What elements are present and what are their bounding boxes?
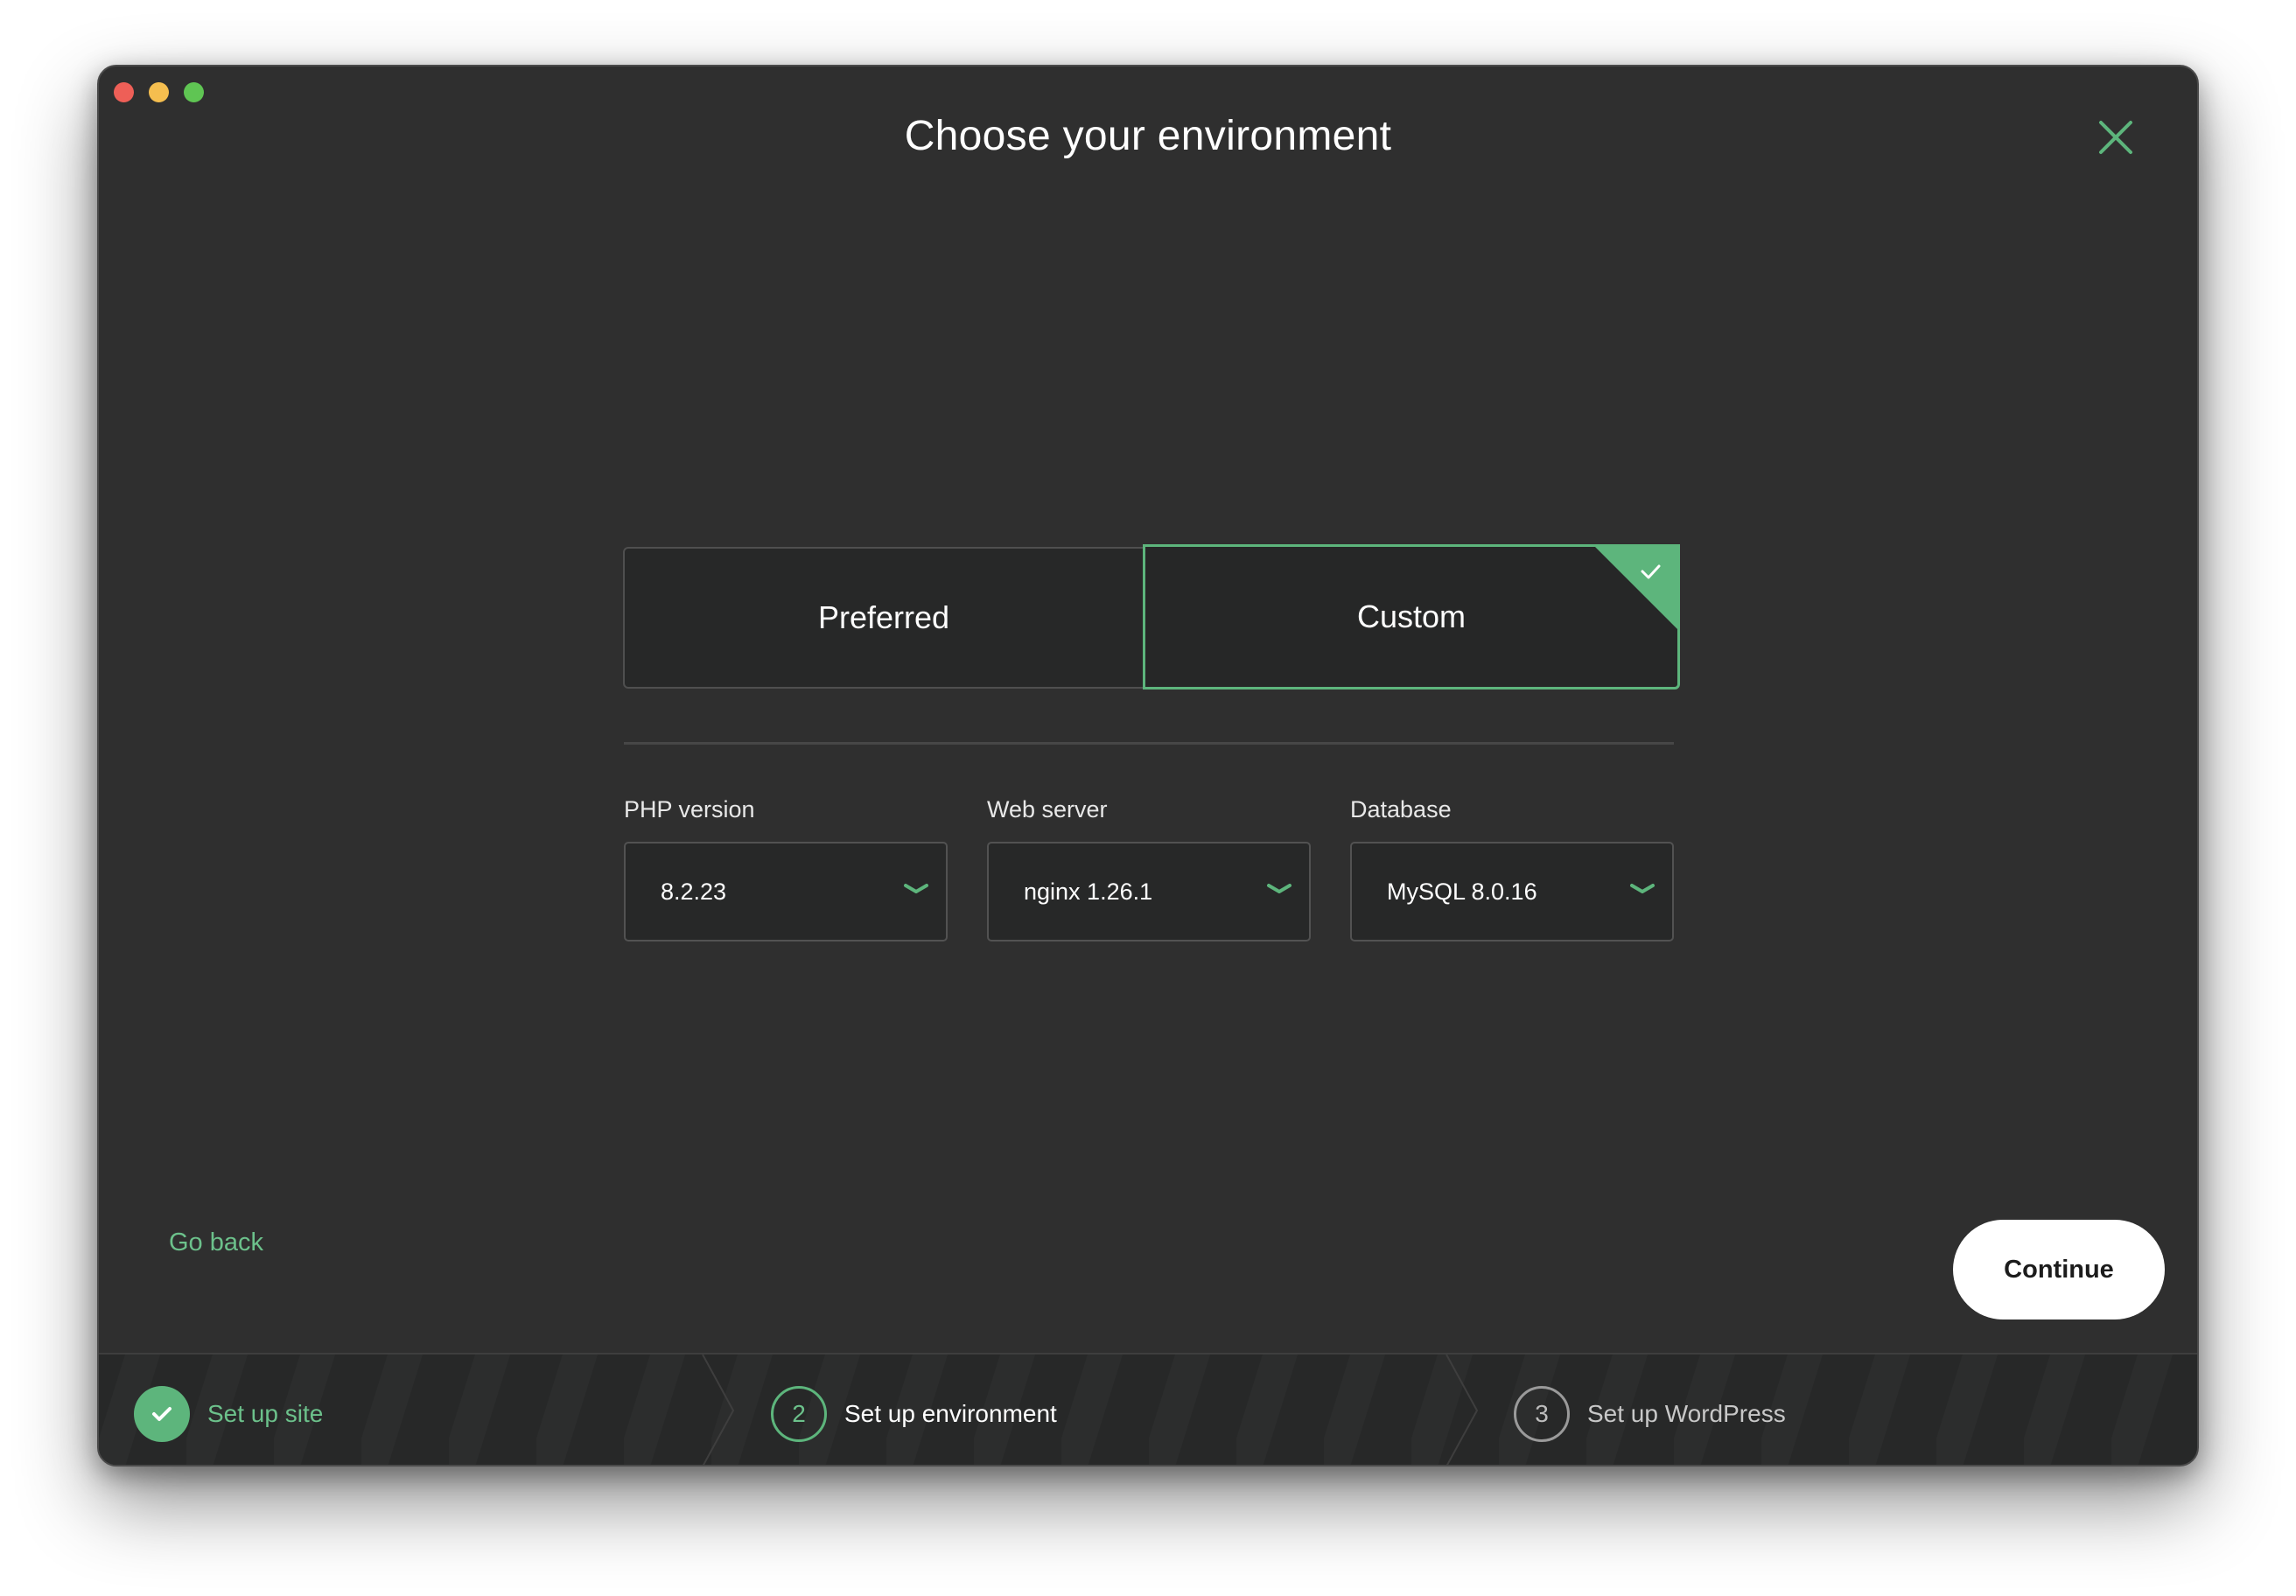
chevron-down-icon (1267, 884, 1292, 893)
chevron-down-icon (904, 884, 928, 893)
chevron-down-icon (1630, 884, 1655, 893)
database-value: MySQL 8.0.16 (1387, 878, 1537, 905)
close-icon[interactable] (2094, 116, 2138, 159)
minimize-window-button[interactable] (149, 82, 169, 102)
zoom-window-button[interactable] (184, 82, 204, 102)
web-server-field: Web server nginx 1.26.1 (987, 796, 1311, 942)
step-number: 2 (771, 1386, 827, 1442)
step-label: Set up WordPress (1587, 1400, 1786, 1427)
selected-checkmark-icon (1592, 544, 1680, 632)
go-back-link[interactable]: Go back (169, 1228, 263, 1257)
app-window: Choose your environment Preferred Custom… (97, 65, 2199, 1466)
close-window-button[interactable] (114, 82, 134, 102)
php-version-select[interactable]: 8.2.23 (624, 842, 948, 942)
continue-button[interactable]: Continue (1953, 1220, 2165, 1320)
database-field: Database MySQL 8.0.16 (1350, 796, 1674, 942)
web-server-select[interactable]: nginx 1.26.1 (987, 842, 1311, 942)
check-icon (134, 1386, 190, 1442)
step-set-up-environment: 2 Set up environment (771, 1386, 1057, 1442)
step-set-up-site: Set up site (134, 1386, 323, 1442)
divider (624, 742, 1674, 745)
stepbar-background (99, 1354, 2197, 1465)
database-label: Database (1350, 796, 1452, 822)
preferred-option-button[interactable]: Preferred (623, 547, 1144, 689)
step-set-up-wordpress: 3 Set up WordPress (1514, 1386, 1786, 1442)
progress-steps: Set up site 2 Set up environment 3 Set u… (99, 1353, 2197, 1465)
custom-option-button[interactable]: Custom (1143, 544, 1680, 690)
web-server-label: Web server (987, 796, 1108, 822)
step-label: Set up environment (844, 1400, 1057, 1427)
php-version-value: 8.2.23 (661, 878, 727, 905)
web-server-value: nginx 1.26.1 (1024, 878, 1153, 905)
preferred-option-label: Preferred (817, 599, 950, 635)
step-label: Set up site (207, 1400, 324, 1427)
environment-toggle: Preferred Custom (623, 544, 1680, 690)
page-title: Choose your environment (904, 113, 1392, 159)
step-number: 3 (1514, 1386, 1570, 1442)
php-version-label: PHP version (624, 796, 755, 822)
database-select[interactable]: MySQL 8.0.16 (1350, 842, 1674, 942)
php-version-field: PHP version 8.2.23 (624, 796, 948, 942)
custom-option-label: Custom (1356, 598, 1466, 634)
window-controls (114, 82, 204, 102)
